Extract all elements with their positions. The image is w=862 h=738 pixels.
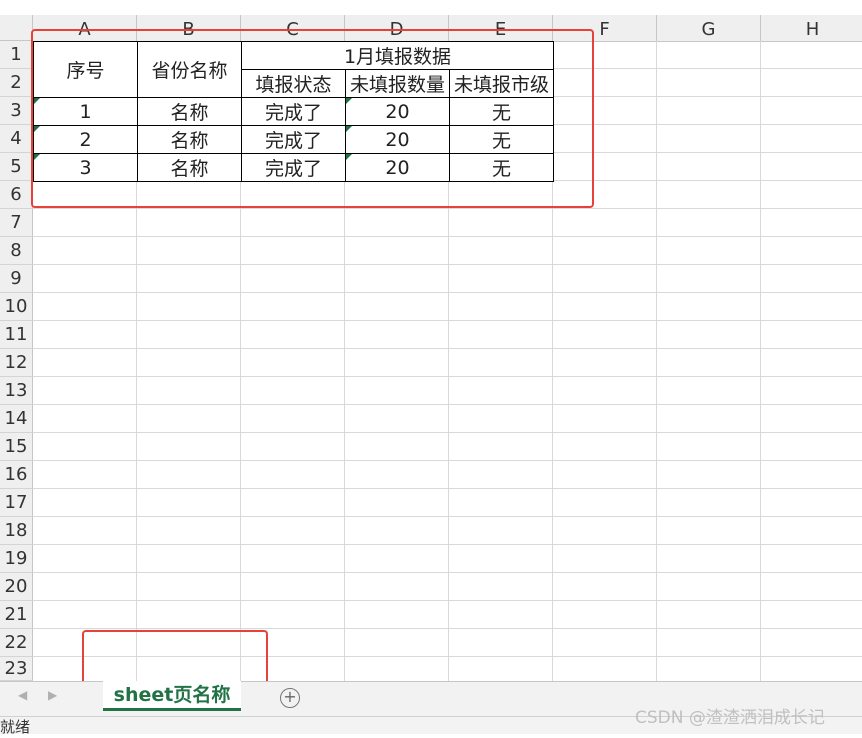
row-header-19[interactable]: 19: [0, 545, 33, 573]
cell-b1-province-header[interactable]: 省份名称: [137, 41, 242, 98]
count-value: 20: [385, 128, 410, 151]
number-as-text-indicator: [346, 98, 352, 104]
seq-value: 2: [79, 128, 92, 151]
cell-e5[interactable]: 无: [449, 153, 554, 182]
cell-e3[interactable]: 无: [449, 97, 554, 126]
column-header-h[interactable]: H: [761, 15, 862, 41]
seq-header-label: 序号: [66, 60, 105, 82]
cell-b5[interactable]: 名称: [137, 153, 242, 182]
sheet-tab[interactable]: sheet页名称: [103, 681, 241, 711]
row-header-17[interactable]: 17: [0, 489, 33, 517]
seq-value: 3: [79, 156, 92, 179]
cell-b3[interactable]: 名称: [137, 97, 242, 126]
status-value: 完成了: [264, 102, 322, 124]
column-header-f[interactable]: F: [553, 15, 657, 41]
cell-d4[interactable]: 20: [345, 125, 450, 154]
cell-a1-seq-header[interactable]: 序号: [33, 41, 138, 98]
cell-d2-count-header[interactable]: 未填报数量: [345, 69, 450, 98]
cell-c3[interactable]: 完成了: [241, 97, 346, 126]
row-header-9[interactable]: 9: [0, 265, 33, 293]
status-header-label: 填报状态: [255, 74, 332, 96]
column-header-d[interactable]: D: [345, 15, 449, 41]
cell-a5[interactable]: 3: [33, 153, 138, 182]
row-header-16[interactable]: 16: [0, 461, 33, 489]
city-value: 无: [491, 102, 511, 124]
unfilled-city-header-label: 未填报市级: [453, 74, 549, 96]
number-as-text-indicator: [346, 126, 352, 132]
group-title-label: 1月填报数据: [343, 46, 452, 68]
cell-e4[interactable]: 无: [449, 125, 554, 154]
cell-c2-status-header[interactable]: 填报状态: [241, 69, 346, 98]
row-header-7[interactable]: 7: [0, 209, 33, 237]
row-header-6[interactable]: 6: [0, 181, 33, 209]
name-value: 名称: [170, 130, 209, 152]
row-header-18[interactable]: 18: [0, 517, 33, 545]
row-header-23[interactable]: 23: [0, 657, 33, 681]
watermark-text: CSDN @渣渣洒泪成长记: [635, 708, 825, 728]
cell-e2-city-header[interactable]: 未填报市级: [449, 69, 554, 98]
unfilled-count-header-label: 未填报数量: [349, 74, 445, 96]
row-header-4[interactable]: 4: [0, 125, 33, 153]
select-all-corner[interactable]: [0, 15, 33, 41]
cell-d5[interactable]: 20: [345, 153, 450, 182]
cell-c4[interactable]: 完成了: [241, 125, 346, 154]
cell-a3[interactable]: 1: [33, 97, 138, 126]
status-value: 完成了: [264, 158, 322, 180]
province-header-label: 省份名称: [151, 60, 228, 82]
number-as-text-indicator: [346, 154, 352, 160]
row-header-15[interactable]: 15: [0, 433, 33, 461]
cell-c5[interactable]: 完成了: [241, 153, 346, 182]
row-header-20[interactable]: 20: [0, 573, 33, 601]
name-value: 名称: [170, 158, 209, 180]
column-header-c[interactable]: C: [241, 15, 345, 41]
row-header-1[interactable]: 1: [0, 41, 33, 69]
row-header-22[interactable]: 22: [0, 629, 33, 657]
column-header-g[interactable]: G: [657, 15, 761, 41]
number-as-text-indicator: [34, 154, 40, 160]
row-header-14[interactable]: 14: [0, 405, 33, 433]
plus-circle-icon[interactable]: +: [280, 688, 300, 708]
cell-a4[interactable]: 2: [33, 125, 138, 154]
column-header-a[interactable]: A: [33, 15, 137, 41]
column-header-e[interactable]: E: [449, 15, 553, 41]
status-ready-text: 就绪: [0, 718, 31, 736]
cell-b4[interactable]: 名称: [137, 125, 242, 154]
row-header-3[interactable]: 3: [0, 97, 33, 125]
number-as-text-indicator: [34, 126, 40, 132]
row-header-8[interactable]: 8: [0, 237, 33, 265]
row-header-13[interactable]: 13: [0, 377, 33, 405]
number-as-text-indicator: [34, 98, 40, 104]
column-header-b[interactable]: B: [137, 15, 241, 41]
count-value: 20: [385, 100, 410, 123]
status-value: 完成了: [264, 130, 322, 152]
row-header-21[interactable]: 21: [0, 601, 33, 629]
row-header-12[interactable]: 12: [0, 349, 33, 377]
cell-c1-group-title[interactable]: 1月填报数据: [241, 41, 554, 70]
count-value: 20: [385, 156, 410, 179]
row-header-10[interactable]: 10: [0, 293, 33, 321]
prev-sheet-arrow-icon[interactable]: ◀: [18, 688, 27, 702]
row-header-5[interactable]: 5: [0, 153, 33, 181]
seq-value: 1: [79, 100, 92, 123]
cell-d3[interactable]: 20: [345, 97, 450, 126]
city-value: 无: [491, 158, 511, 180]
city-value: 无: [491, 130, 511, 152]
next-sheet-arrow-icon[interactable]: ▶: [48, 688, 57, 702]
row-header-2[interactable]: 2: [0, 69, 33, 97]
name-value: 名称: [170, 102, 209, 124]
row-header-11[interactable]: 11: [0, 321, 33, 349]
